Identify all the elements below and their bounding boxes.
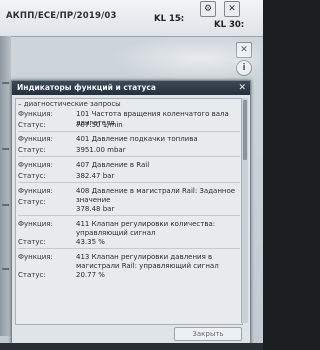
dialog-title: Индикаторы функций и статуса ✕ [12, 81, 250, 95]
group-header[interactable]: – диагностические запросы [18, 100, 121, 108]
screen: АКПП/ЕСЕ/ПР/2019/03 KL 15: – ⚙ ✕ KL 30: … [0, 0, 263, 350]
sidebar-tick [2, 148, 9, 150]
gear-icon[interactable]: ⚙ [200, 1, 216, 17]
breadcrumb: АКПП/ЕСЕ/ПР/2019/03 [6, 11, 117, 21]
sidebar-tick [2, 204, 9, 206]
status-value: 3951.00 mbar [76, 146, 126, 154]
status-value: 382.47 bar [76, 172, 115, 180]
close-button[interactable]: Закрыть [174, 327, 242, 341]
function-label: Функция: [18, 187, 53, 195]
function-label: Функция: [18, 253, 53, 261]
status-list: – диагностические запросы Функция: 101 Ч… [15, 98, 243, 325]
function-label: Функция: [18, 110, 53, 118]
function-label: Функция: [18, 161, 53, 169]
status-label: Статус: [18, 146, 46, 154]
close-icon[interactable]: ✕ [224, 1, 240, 17]
status-label: Статус: [18, 198, 46, 206]
divider [18, 182, 240, 183]
status-value: 378.48 bar [76, 205, 115, 213]
panel-close-icon[interactable]: ✕ [236, 42, 252, 58]
top-bar: АКПП/ЕСЕ/ПР/2019/03 KL 15: – ⚙ ✕ KL 30: [0, 0, 263, 37]
function-label: Функция: [18, 135, 53, 143]
function-value: 401 Давление подкачки топлива [76, 135, 198, 143]
status-label: Статус: [18, 271, 46, 279]
screen-bezel [0, 343, 263, 350]
status-value: 43.35 % [76, 238, 105, 246]
scrollbar-thumb[interactable] [243, 100, 247, 160]
dialog-close-icon[interactable]: ✕ [238, 81, 246, 95]
function-label: Функция: [18, 220, 53, 228]
status-dialog: Индикаторы функций и статуса ✕ – диагнос… [11, 80, 251, 344]
status-value: 707.50 1/min [76, 121, 123, 129]
status-value: 20.77 % [76, 271, 105, 279]
function-value: 408 Давление в магистрали Rail: Заданное… [76, 187, 236, 204]
sidebar-tick [2, 82, 9, 84]
divider [18, 131, 240, 132]
function-value: 411 Клапан регулировки количества: управ… [76, 220, 216, 237]
dialog-title-text: Индикаторы функций и статуса [17, 83, 156, 92]
kl30-label: KL 30: [214, 20, 245, 30]
function-value: 407 Давление в Rail [76, 161, 150, 169]
divider [18, 215, 240, 216]
divider [18, 156, 240, 157]
divider [18, 248, 240, 249]
status-label: Статус: [18, 238, 46, 246]
left-sidebar [0, 36, 11, 336]
sidebar-tick [2, 268, 9, 270]
status-label: Статус: [18, 172, 46, 180]
status-label: Статус: [18, 121, 46, 129]
kl15-value: – [178, 14, 183, 24]
function-value: 413 Клапан регулировки давления в магист… [76, 253, 219, 270]
info-icon[interactable]: i [236, 60, 252, 76]
vertical-scrollbar[interactable] [241, 98, 248, 323]
